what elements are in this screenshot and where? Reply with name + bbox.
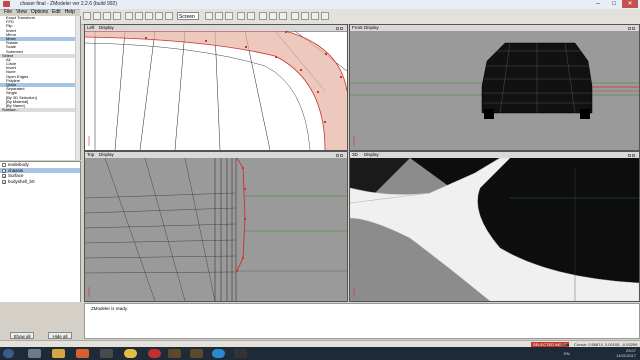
close-button[interactable]: ✕	[622, 0, 638, 8]
undo-icon[interactable]	[237, 12, 245, 20]
coordinate-system-select[interactable]: Screen	[177, 12, 199, 20]
face-mode-icon[interactable]	[145, 12, 153, 20]
tray-clock[interactable]: 23:07 11/01/2017	[616, 348, 636, 358]
rotate-tool-icon[interactable]	[103, 12, 111, 20]
menu-edit[interactable]: Edit	[52, 9, 61, 15]
menu-bar: File View Options Edit Help	[0, 9, 80, 16]
toolbar: Screen	[80, 9, 640, 25]
viewport-front[interactable]: Front Display	[349, 24, 640, 151]
alien-icon[interactable]	[28, 349, 41, 358]
scale-tool-icon[interactable]	[113, 12, 121, 20]
skype-icon[interactable]	[212, 349, 225, 358]
viewport-top[interactable]: Top Display	[84, 151, 348, 302]
pivot-mode-icon[interactable]	[165, 12, 173, 20]
layer-label: endeibody	[8, 162, 29, 167]
viewport-left[interactable]: Left Display	[84, 24, 348, 151]
viewport-top-canvas	[85, 158, 347, 301]
opera-icon[interactable]	[148, 349, 161, 358]
lights-icon[interactable]	[311, 12, 319, 20]
layer-buttons: Show all Hide all	[0, 332, 80, 340]
zmodeler-icon-2[interactable]	[190, 349, 203, 358]
open-file-icon[interactable]	[215, 12, 223, 20]
app-icon-generic[interactable]	[100, 349, 113, 358]
materials-icon[interactable]	[301, 12, 309, 20]
console-message: ZModeler is ready.	[91, 306, 128, 311]
layer-visibility-checkbox[interactable]	[2, 163, 6, 167]
console-output: ZModeler is ready.	[84, 303, 640, 339]
media-icon[interactable]	[76, 349, 89, 358]
layer-visibility-checkbox[interactable]: ✓	[2, 179, 6, 184]
redo-icon[interactable]	[247, 12, 255, 20]
viewport-3d[interactable]: 3D Display	[349, 151, 640, 302]
show-all-button[interactable]: Show all	[10, 332, 34, 339]
start-icon[interactable]	[3, 349, 14, 358]
chrome-icon[interactable]	[124, 349, 137, 358]
tools-scrollbar[interactable]	[75, 16, 80, 160]
edge-mode-icon[interactable]	[135, 12, 143, 20]
settings-icon[interactable]	[321, 12, 329, 20]
layer-label: Surface	[8, 173, 24, 178]
window-title: chaser final - ZModeler ver 2.2.6 (build…	[20, 1, 117, 7]
move-tool-icon[interactable]	[93, 12, 101, 20]
render-icon[interactable]	[291, 12, 299, 20]
viewport-3d-canvas	[350, 158, 639, 301]
layer-label: chassis	[8, 167, 24, 173]
object-mode-icon[interactable]	[155, 12, 163, 20]
viewport-front-controls[interactable]	[627, 26, 637, 30]
vertex-mode-icon[interactable]	[125, 12, 133, 20]
menu-view[interactable]: View	[16, 9, 27, 15]
menu-help[interactable]: Help	[65, 9, 75, 15]
viewport-3d-controls[interactable]	[627, 153, 637, 157]
menu-options[interactable]: Options	[31, 9, 48, 15]
pan-icon[interactable]	[269, 12, 277, 20]
zmodeler-icon[interactable]	[168, 349, 181, 358]
viewport-front-canvas	[350, 42, 639, 146]
menu-file[interactable]: File	[4, 9, 12, 15]
minimize-button[interactable]: –	[590, 0, 606, 8]
select-tool-icon[interactable]	[83, 12, 91, 20]
tray-language[interactable]: EN	[564, 351, 570, 356]
tools-list-panel: Exact Transform FFD Flip Invert Mirror Move Ro…	[0, 16, 81, 160]
tools-section-header[interactable]: Surface...	[0, 107, 80, 113]
layer-visibility-checkbox[interactable]: ✓	[2, 174, 6, 179]
tray-date: 11/01/2017	[616, 353, 636, 358]
hide-all-button[interactable]: Hide all	[48, 332, 72, 339]
zoom-icon[interactable]	[259, 12, 267, 20]
new-file-icon[interactable]	[205, 12, 213, 20]
viewport-top-controls[interactable]	[335, 153, 345, 157]
car-front-wireframe	[481, 42, 593, 119]
save-file-icon[interactable]	[225, 12, 233, 20]
layers-panel: endeibody ✓ chassis ✓ Surface ✓ bodyshell_b0	[0, 161, 81, 302]
view-rotate-icon[interactable]	[279, 12, 287, 20]
layer-label: bodyshell_b0	[8, 178, 35, 184]
layer-row[interactable]: ✓ bodyshell_b0	[0, 178, 80, 184]
folder-icon[interactable]	[52, 349, 65, 358]
layer-visibility-checkbox[interactable]: ✓	[2, 168, 6, 173]
player-icon[interactable]	[234, 349, 247, 358]
viewport-left-canvas	[85, 31, 347, 150]
maximize-button[interactable]: □	[606, 0, 622, 8]
app-icon	[3, 1, 10, 7]
taskbar: EN 23:07 11/01/2017	[0, 347, 640, 360]
viewport-left-controls[interactable]	[335, 26, 345, 30]
